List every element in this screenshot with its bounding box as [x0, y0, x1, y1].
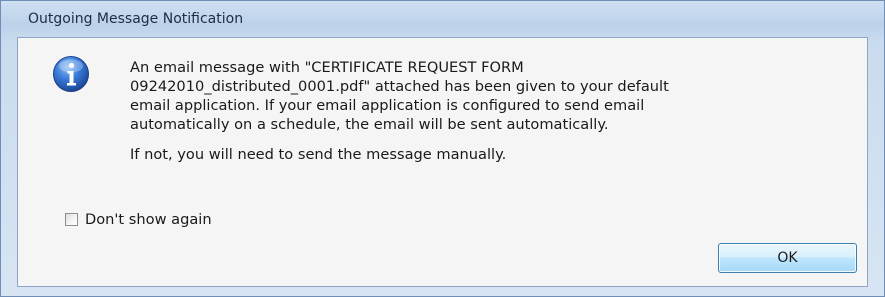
message-line-1: An email message with "CERTIFICATE REQUE… [130, 59, 524, 76]
ok-button[interactable]: OK [718, 243, 857, 273]
dont-show-again-checkbox[interactable] [65, 213, 78, 226]
message-line-3: email application. If your email applica… [130, 97, 645, 114]
message-manual-note: If not, you will need to send the messag… [130, 146, 507, 163]
info-icon [53, 56, 89, 92]
dialog-window: Outgoing Message Notification An email m… [0, 0, 885, 297]
message-text: An email message with "CERTIFICATE REQUE… [130, 58, 830, 164]
dont-show-again-option[interactable]: Don't show again [65, 211, 212, 228]
message-line-4: automatically on a schedule, the email w… [130, 116, 609, 133]
message-line-2: 09242010_distributed_0001.pdf" attached … [130, 78, 669, 95]
dont-show-again-label[interactable]: Don't show again [85, 211, 212, 228]
dialog-content: An email message with "CERTIFICATE REQUE… [17, 37, 868, 287]
window-title: Outgoing Message Notification [28, 11, 244, 27]
